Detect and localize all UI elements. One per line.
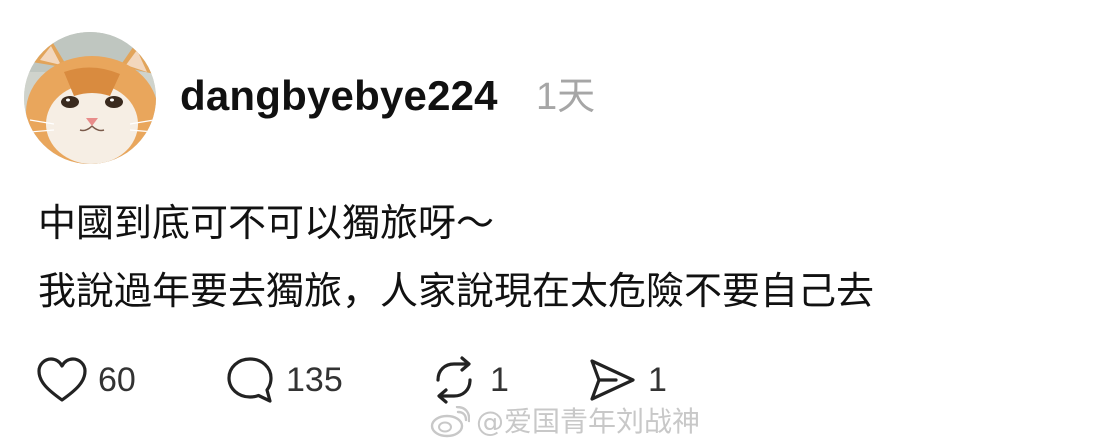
share-button[interactable]: 1 xyxy=(586,352,667,408)
weibo-logo xyxy=(430,406,470,438)
repost-button[interactable]: 1 xyxy=(428,352,509,408)
repost-count: 1 xyxy=(490,361,509,399)
cat-avatar-image xyxy=(24,32,156,164)
share-count: 1 xyxy=(648,361,667,399)
repost-icon xyxy=(436,356,472,404)
avatar[interactable] xyxy=(24,32,156,164)
username[interactable]: dangbyebye224 xyxy=(180,70,498,122)
post-time: 1天 xyxy=(536,76,596,118)
watermark-text: @爱国青年刘战神 xyxy=(476,405,701,438)
reply-button[interactable]: 135 xyxy=(224,352,343,408)
comment-icon xyxy=(227,357,273,403)
like-count: 60 xyxy=(98,361,136,399)
send-icon xyxy=(590,359,635,401)
watermark: @爱国青年刘战神 xyxy=(430,402,700,442)
heart-icon xyxy=(37,357,87,402)
like-button[interactable]: 60 xyxy=(36,352,136,408)
post-text-line: 中國到底可不可以獨旅呀～ xyxy=(38,201,495,245)
post-text-line: 我說過年要去獨旅，人家說現在太危險不要自己去 xyxy=(38,269,875,313)
reply-count: 135 xyxy=(286,361,343,399)
